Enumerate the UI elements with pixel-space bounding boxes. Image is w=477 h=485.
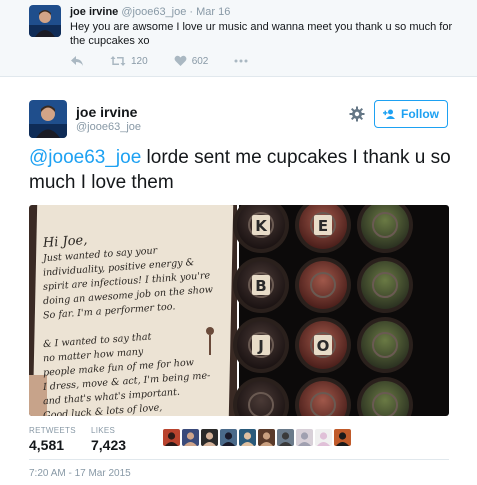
more-dots-icon (234, 59, 248, 63)
cupcake: O (295, 317, 351, 373)
liker-avatar[interactable] (163, 429, 180, 446)
like-action-button[interactable]: 602 (174, 55, 209, 67)
follow-button-label: Follow (401, 107, 439, 121)
reply-tweet[interactable]: joe irvine @jooe63_joe · Mar 16 Hey you … (0, 0, 477, 77)
liker-avatar[interactable] (239, 429, 256, 446)
stats-divider (29, 459, 449, 460)
cupcake-letter: J (257, 337, 264, 355)
reply-actions: 120 602 (70, 53, 274, 69)
tweet-stats: RETWEETS 4,581 LIKES 7,423 (29, 424, 449, 458)
main-tweet-text: @jooe63_joe lorde sent me cupcakes I tha… (29, 145, 459, 195)
reply-avatar[interactable] (29, 5, 61, 37)
follow-button[interactable]: Follow (374, 100, 448, 128)
note-line: Hi Joe, (41, 233, 87, 251)
main-author-handle[interactable]: @jooe63_joe (76, 121, 141, 133)
cupcake-letter: K (255, 217, 268, 235)
likes-label: LIKES (91, 426, 116, 435)
main-avatar[interactable] (29, 100, 67, 138)
cupcake-photo: K E B J O (233, 205, 449, 416)
cupcake-letter: B (255, 277, 266, 295)
cupcake (357, 317, 413, 373)
mention-link[interactable]: @jooe63_joe (29, 147, 141, 168)
reply-like-count: 602 (191, 55, 209, 67)
gear-icon[interactable] (349, 106, 365, 122)
heart-icon (174, 55, 187, 66)
retweets-count[interactable]: 4,581 (29, 437, 64, 453)
liker-avatar[interactable] (201, 429, 218, 446)
likes-count[interactable]: 7,423 (91, 437, 126, 453)
more-action-button[interactable] (234, 59, 248, 63)
cupcake-letter: O (317, 337, 330, 355)
retweets-label: RETWEETS (29, 426, 76, 435)
cupcake (357, 257, 413, 313)
reply-icon (71, 56, 83, 66)
liker-avatar[interactable] (334, 429, 351, 446)
reply-header: joe irvine @jooe63_joe · Mar 16 (70, 6, 230, 18)
liker-avatar[interactable] (182, 429, 199, 446)
main-author-name[interactable]: joe irvine (76, 104, 137, 120)
tweet-timestamp[interactable]: 7:20 AM - 17 Mar 2015 (29, 468, 131, 479)
add-user-icon (383, 109, 395, 119)
liker-avatars (163, 429, 353, 446)
liker-avatar[interactable] (277, 429, 294, 446)
cupcake: J (233, 317, 289, 373)
cupcake (295, 257, 351, 313)
note-photo: Hi Joe,Just wanted to say yourindividual… (29, 205, 237, 416)
liker-avatar[interactable] (220, 429, 237, 446)
reply-meta[interactable]: @jooe63_joe · Mar 16 (121, 6, 230, 18)
reply-action-button[interactable] (70, 55, 84, 67)
reply-author-name[interactable]: joe irvine (70, 6, 118, 18)
retweet-action-button[interactable]: 120 (110, 55, 148, 67)
cupcake-letter: E (318, 217, 328, 235)
liker-avatar[interactable] (258, 429, 275, 446)
reply-text: Hey you are awsome I love ur music and w… (70, 21, 453, 47)
reply-retweet-count: 120 (131, 55, 148, 67)
retweet-icon (110, 56, 126, 66)
tweet-media[interactable]: Hi Joe, Just wanted to say your individual… (29, 205, 449, 416)
liker-avatar[interactable] (296, 429, 313, 446)
cupcake: B (233, 257, 289, 313)
liker-avatar[interactable] (315, 429, 332, 446)
